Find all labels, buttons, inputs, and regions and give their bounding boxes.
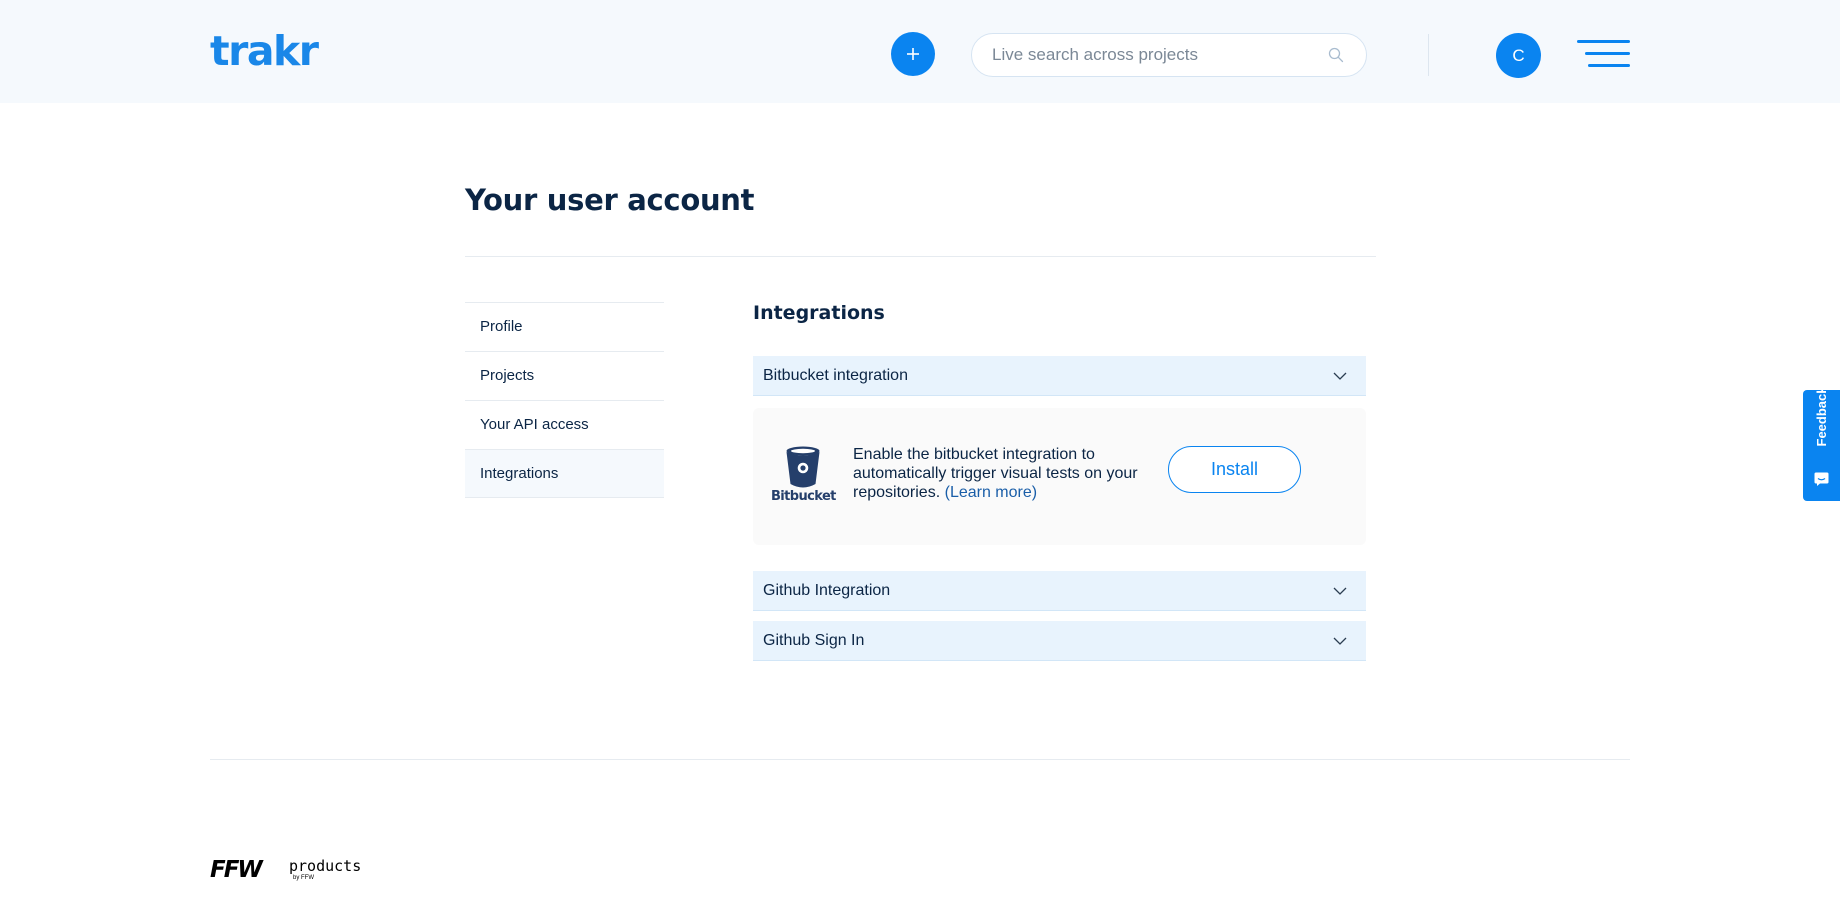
ffw-logo[interactable]: FFW [210, 856, 263, 884]
footer-divider [210, 759, 1630, 760]
products-wordmark: products [289, 857, 362, 875]
sidebar-item-profile[interactable]: Profile [465, 302, 664, 351]
accordion-label: Github Sign In [763, 632, 865, 649]
search-bar [971, 33, 1367, 77]
add-project-button[interactable] [891, 32, 935, 76]
chat-icon [1814, 472, 1829, 486]
accordion-label: Bitbucket integration [763, 367, 908, 384]
section-title: Integrations [753, 302, 885, 324]
sidebar-item-integrations[interactable]: Integrations [465, 449, 664, 498]
chevron-down-icon [1333, 637, 1347, 645]
search-icon[interactable] [1328, 47, 1344, 63]
chevron-down-icon [1333, 587, 1347, 595]
plus-icon [907, 48, 919, 60]
products-by-text: by FFW [293, 875, 314, 881]
install-button[interactable]: Install [1168, 446, 1301, 493]
accordion-label: Github Integration [763, 582, 891, 599]
bitbucket-panel: Bitbucket Enable the bitbucket integrati… [753, 408, 1366, 545]
trakr-logo[interactable]: trakr [210, 26, 319, 76]
hamburger-menu-icon[interactable] [1577, 38, 1630, 70]
feedback-label: Feedback [1814, 386, 1829, 447]
accordion-github-sign-in[interactable]: Github Sign In [753, 621, 1366, 661]
feedback-tab[interactable]: Feedback [1803, 387, 1840, 501]
user-avatar[interactable]: C [1496, 33, 1541, 78]
bitbucket-description: Enable the bitbucket integration to auto… [853, 445, 1163, 502]
chevron-down-icon [1333, 372, 1347, 380]
page-title: Your user account [465, 183, 755, 217]
accordion-bitbucket[interactable]: Bitbucket integration [753, 356, 1366, 396]
bitbucket-icon [786, 446, 820, 488]
account-sidebar: Profile Projects Your API access Integra… [465, 302, 664, 498]
title-divider [465, 256, 1376, 257]
sidebar-item-api-access[interactable]: Your API access [465, 400, 664, 449]
search-input[interactable] [992, 34, 1312, 76]
header-divider [1428, 34, 1429, 76]
sidebar-item-projects[interactable]: Projects [465, 351, 664, 400]
learn-more-link[interactable]: (Learn more) [945, 484, 1037, 501]
top-header: trakr C [0, 0, 1840, 103]
accordion-github-integration[interactable]: Github Integration [753, 571, 1366, 611]
bitbucket-logo: Bitbucket [771, 446, 836, 508]
bitbucket-wordmark: Bitbucket [771, 489, 836, 504]
products-logo[interactable]: products by FFW [289, 858, 361, 882]
